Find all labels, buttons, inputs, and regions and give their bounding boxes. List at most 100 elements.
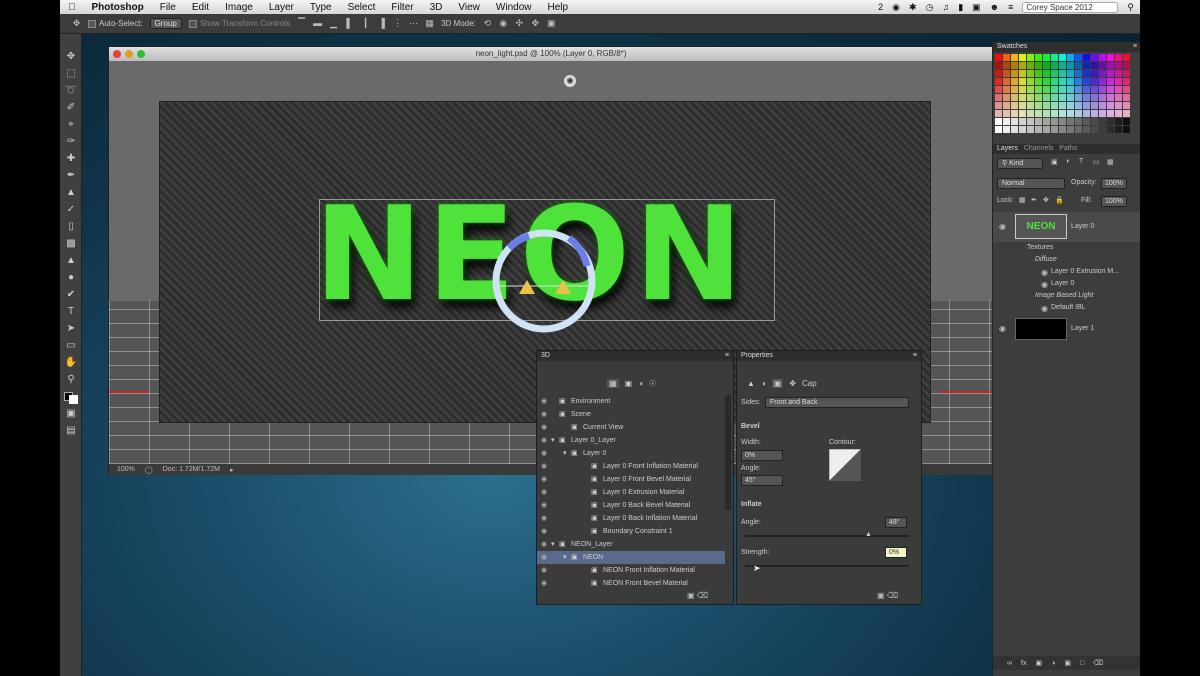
new-group-icon[interactable]: ▣ [1064,659,1071,667]
swatch[interactable] [1051,94,1058,101]
swatch[interactable] [1035,70,1042,77]
swatch[interactable] [1123,118,1130,125]
swatch[interactable] [1011,118,1018,125]
swatch[interactable] [1115,62,1122,69]
filter-scene-icon[interactable]: ▦ [607,379,619,388]
swatch[interactable] [1075,70,1082,77]
visibility-eye-icon[interactable]: ◉ [541,486,547,499]
swatch[interactable] [1059,102,1066,109]
swatch[interactable] [1035,62,1042,69]
swatch[interactable] [1099,62,1106,69]
swatch[interactable] [1091,70,1098,77]
swatch[interactable] [1051,126,1058,133]
zoom-level[interactable]: 100% [117,466,135,473]
swatch[interactable] [1107,102,1114,109]
menu-file[interactable]: File [152,2,184,13]
swatch[interactable] [1059,126,1066,133]
swatch[interactable] [1027,86,1034,93]
3d-panel-title[interactable]: 3D [541,352,550,359]
swatch[interactable] [1123,102,1130,109]
swatch[interactable] [1003,86,1010,93]
swatch[interactable] [1091,54,1098,61]
quick-select-tool-icon[interactable]: ✐ [60,99,82,116]
roll-3d-icon[interactable]: ◉ [499,19,508,28]
align-bottom-icon[interactable]: ▁ [329,19,338,28]
align-right-icon[interactable]: ▐ [377,19,386,28]
swatch[interactable] [1003,78,1010,85]
menu-3d[interactable]: 3D [422,2,451,13]
swatch[interactable] [1019,70,1026,77]
visibility-eye-icon[interactable]: ◉ [541,538,547,551]
marquee-tool-icon[interactable]: ⬚ [60,65,82,82]
properties-title[interactable]: Properties [741,352,773,359]
swatch[interactable] [1043,94,1050,101]
swatch[interactable] [1051,62,1058,69]
link-layers-icon[interactable]: ∞ [1007,660,1012,667]
swatch[interactable] [1051,118,1058,125]
swatch[interactable] [1019,62,1026,69]
gizmo-arc-right[interactable] [566,235,591,267]
visibility-eye-icon[interactable]: ◉ [541,525,547,538]
swatch[interactable] [1019,54,1026,61]
swatch[interactable] [1011,78,1018,85]
filter-type-icon[interactable]: T [1079,158,1083,165]
contour-picker[interactable] [829,449,861,481]
crop-tool-icon[interactable]: ⌖ [60,116,82,133]
swatch[interactable] [1083,110,1090,117]
move-tool-icon[interactable]: ✥ [72,19,81,28]
distribute-icon[interactable]: ⋮ [393,19,402,28]
swatch[interactable] [1027,110,1034,117]
swatch[interactable] [1027,94,1034,101]
swatch[interactable] [1083,118,1090,125]
expand-chevron-icon[interactable]: ▾ [551,538,555,551]
swatch[interactable] [1123,54,1130,61]
spotlight-icon[interactable]: ⚲ [1127,2,1134,13]
hand-tool-icon[interactable]: ✋ [60,354,82,371]
swatch[interactable] [1003,94,1010,101]
delete-layer-icon[interactable]: ⌫ [1093,659,1103,667]
brush-tool-icon[interactable]: ✒ [60,167,82,184]
distribute-h-icon[interactable]: ⋯ [409,19,418,28]
layer-name[interactable]: Layer 0 [1071,223,1094,230]
lock-transparent-icon[interactable]: ▦ [1019,196,1026,204]
visibility-eye-icon[interactable]: ◉ [541,499,547,512]
swatch[interactable] [1067,62,1074,69]
swatch[interactable] [1035,110,1042,117]
3d-rotate-gizmo[interactable] [489,226,599,336]
zoom-tool-icon[interactable]: ⚲ [60,371,82,388]
swatch[interactable] [1075,62,1082,69]
swatch[interactable] [1011,102,1018,109]
swatch[interactable] [1083,54,1090,61]
swatch[interactable] [1019,94,1026,101]
swatch[interactable] [1075,54,1082,61]
swatch[interactable] [1003,118,1010,125]
delete-icon[interactable]: ⌫ [887,591,898,600]
user-icon[interactable]: ☻ [990,2,999,12]
menu-filter[interactable]: Filter [383,2,421,13]
swatch[interactable] [1043,62,1050,69]
auto-align-icon[interactable]: ▦ [425,19,434,28]
swatch[interactable] [1107,118,1114,125]
volume-icon[interactable]: ♫ [942,2,949,12]
expand-chevron-icon[interactable]: ▾ [563,447,567,460]
swatch[interactable] [1123,70,1130,77]
apple-icon[interactable]:  [60,2,84,13]
visibility-eye-icon[interactable]: ◉ [541,473,547,486]
scale-3d-icon[interactable]: ▣ [547,19,556,28]
swatch[interactable] [1011,86,1018,93]
swatch[interactable] [1003,62,1010,69]
scene-tree-item[interactable]: ◉ ▣ Scene [537,408,725,421]
swatch[interactable] [1027,118,1034,125]
swatch[interactable] [1091,126,1098,133]
swatch[interactable] [1043,78,1050,85]
filter-mesh-icon[interactable]: ▣ [625,379,633,388]
align-top-icon[interactable]: ▔ [297,19,306,28]
menu-app[interactable]: Photoshop [84,2,152,13]
panel-menu-icon[interactable]: ≡ [1133,42,1137,52]
swatch[interactable] [1027,78,1034,85]
swatch[interactable] [1067,118,1074,125]
swatch[interactable] [1027,102,1034,109]
bevel-angle-field[interactable]: 45° [741,475,783,486]
swatch[interactable] [1115,70,1122,77]
swatch[interactable] [1067,78,1074,85]
